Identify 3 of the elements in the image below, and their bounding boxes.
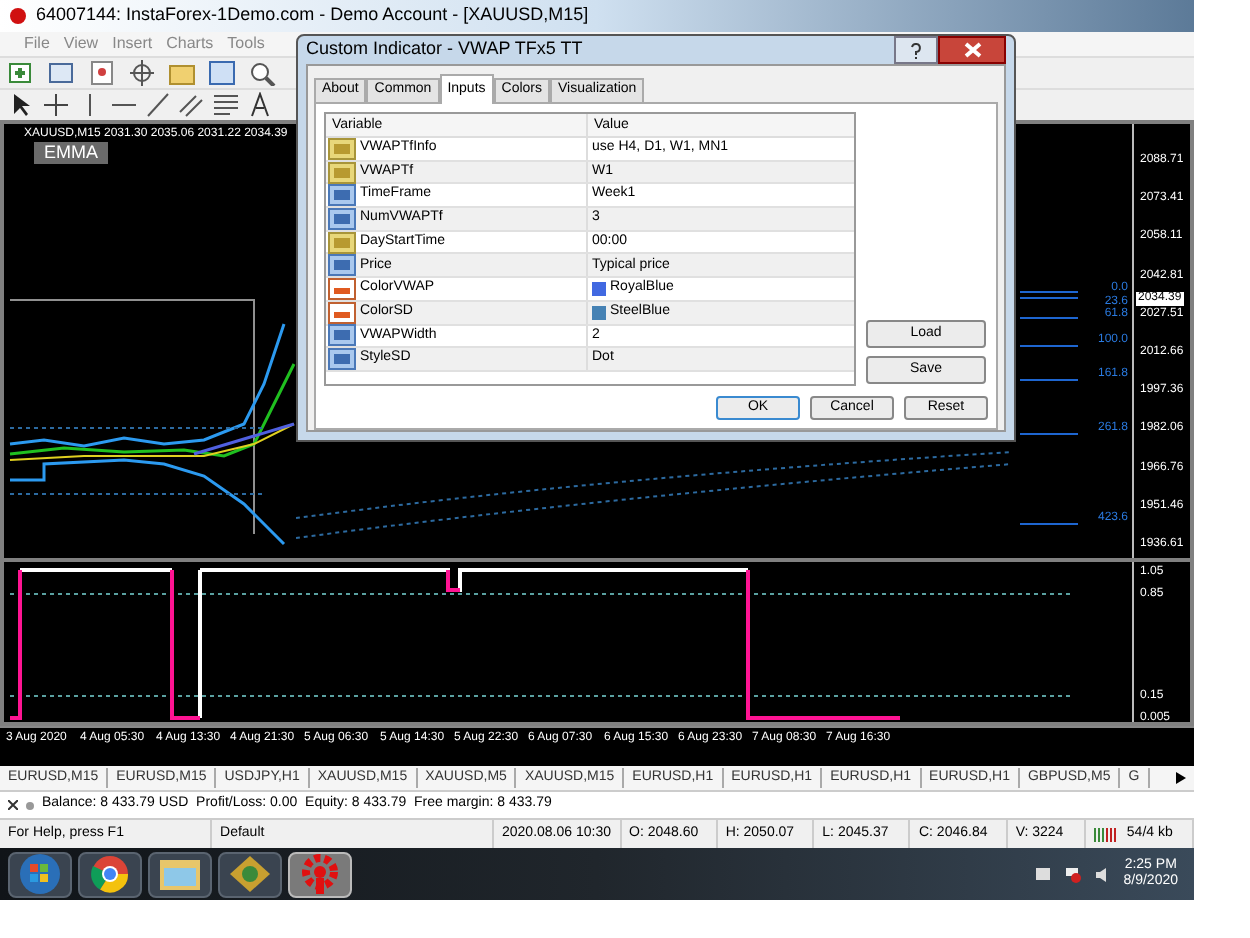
emma-button[interactable]: EMMA — [34, 142, 108, 164]
window-title: 64007144: InstaForex-1Demo.com - Demo Account - [XAUUSD,M15] — [36, 2, 589, 29]
dialog-title: Custom Indicator - VWAP TFx5 TT — [306, 36, 583, 63]
